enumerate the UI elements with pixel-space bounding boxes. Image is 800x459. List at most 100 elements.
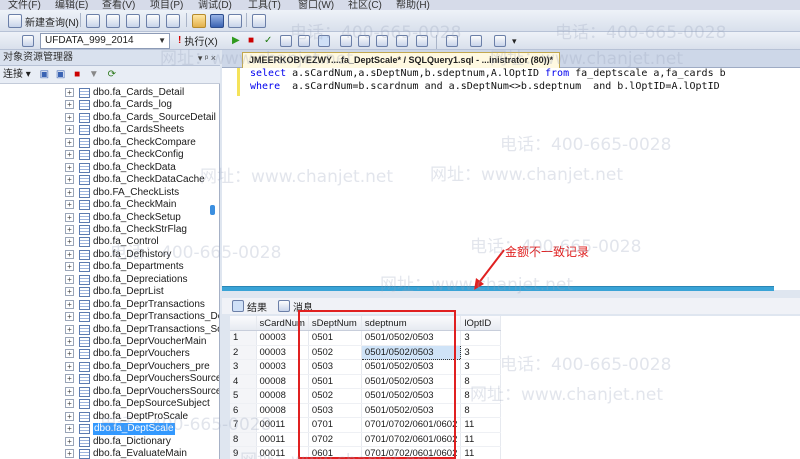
tab-results[interactable]: 结果 bbox=[232, 299, 267, 314]
expand-icon[interactable]: + bbox=[65, 436, 74, 446]
database-select[interactable]: UFDATA_999_2014 ▼ bbox=[40, 33, 170, 49]
parse-button[interactable]: ✓ bbox=[264, 32, 272, 48]
save-button[interactable] bbox=[210, 12, 224, 30]
expand-icon[interactable]: + bbox=[65, 424, 74, 434]
open-file-button[interactable] bbox=[192, 12, 206, 30]
table-cell[interactable]: 00011 bbox=[256, 417, 309, 433]
connect-db-icon[interactable]: ▣ bbox=[40, 69, 49, 80]
expand-icon[interactable]: + bbox=[65, 349, 74, 359]
stop-icon[interactable]: ■ bbox=[74, 69, 80, 80]
debug-button[interactable]: ▶ bbox=[232, 32, 240, 48]
column-header[interactable]: sDeptNum bbox=[308, 316, 362, 331]
table-cell[interactable]: 8 bbox=[460, 403, 502, 418]
results-to-text-button[interactable] bbox=[340, 33, 352, 49]
indent-button[interactable] bbox=[446, 33, 458, 49]
row-number[interactable]: 2 bbox=[230, 345, 257, 360]
menu-item[interactable]: 工具(T) bbox=[248, 0, 281, 10]
table-cell[interactable]: 0701/0702/0601/0602 bbox=[361, 446, 462, 459]
tree-item-table[interactable]: + dbo.fa_DeprVouchers bbox=[0, 348, 219, 360]
menu-item[interactable]: 查看(V) bbox=[102, 0, 135, 10]
table-cell[interactable]: 00003 bbox=[256, 345, 309, 360]
tree-item-table[interactable]: + dbo.fa_Depreciations bbox=[0, 274, 219, 286]
table-cell[interactable]: 0502 bbox=[308, 345, 362, 360]
table-cell[interactable]: 0501 bbox=[308, 330, 362, 346]
expand-icon[interactable]: + bbox=[65, 312, 74, 322]
results-to-grid-button[interactable] bbox=[318, 33, 330, 49]
table-cell[interactable]: 0701/0702/0601/0602 bbox=[361, 417, 462, 433]
tree-item-table[interactable]: + dbo.fa_CheckMain bbox=[0, 199, 219, 211]
menu-item[interactable]: 窗口(W) bbox=[298, 0, 334, 10]
tree-item-table[interactable]: + dbo.fa_CheckDataCache bbox=[0, 174, 219, 186]
expand-icon[interactable]: + bbox=[65, 125, 74, 135]
table-row[interactable]: 5 00008 0502 0501/0502/0503 8 bbox=[230, 388, 502, 404]
column-header[interactable]: lOptID bbox=[460, 316, 502, 331]
table-cell[interactable]: 8 bbox=[460, 374, 502, 389]
expand-icon[interactable]: + bbox=[65, 399, 74, 409]
expand-icon[interactable]: + bbox=[65, 411, 74, 421]
table-cell[interactable]: 0502 bbox=[308, 388, 362, 404]
expand-icon[interactable]: + bbox=[65, 249, 74, 259]
tree-item-table[interactable]: + dbo.fa_Dictionary bbox=[0, 436, 219, 448]
mdx-query-button[interactable] bbox=[146, 12, 160, 30]
xmla-query-button[interactable] bbox=[166, 12, 180, 30]
expand-icon[interactable]: + bbox=[65, 386, 74, 396]
row-number[interactable]: 4 bbox=[230, 374, 257, 389]
table-cell[interactable]: 11 bbox=[460, 417, 502, 433]
tree-item-table[interactable]: + dbo.fa_DepSourceSubject bbox=[0, 398, 219, 410]
tree-item-table[interactable]: + dbo.fa_DeptProScale bbox=[0, 411, 219, 423]
tree-item-table[interactable]: + dbo.fa_Departments bbox=[0, 261, 219, 273]
table-cell[interactable]: 00008 bbox=[256, 403, 309, 418]
table-row[interactable]: 2 00003 0502 0501/0502/0503 3 bbox=[230, 344, 502, 360]
table-row[interactable]: 4 00008 0501 0501/0502/0503 8 bbox=[230, 374, 502, 389]
display-plan-button[interactable] bbox=[280, 33, 292, 49]
tree-item-table[interactable]: + dbo.fa_DeprVouchersSource bbox=[0, 373, 219, 385]
table-cell[interactable]: 8 bbox=[460, 388, 502, 404]
expand-icon[interactable]: + bbox=[65, 212, 74, 222]
table-cell[interactable]: 0501 bbox=[308, 374, 362, 389]
table-cell[interactable]: 0501/0502/0503 bbox=[361, 330, 462, 346]
table-cell[interactable]: 0701/0702/0601/0602 bbox=[361, 432, 462, 447]
expand-icon[interactable]: + bbox=[65, 237, 74, 247]
activity-monitor-button[interactable] bbox=[252, 12, 266, 30]
table-row[interactable]: 9 00011 0601 0701/0702/0601/0602 11 bbox=[230, 446, 502, 459]
expand-icon[interactable]: + bbox=[65, 374, 74, 384]
row-number[interactable]: 7 bbox=[230, 417, 257, 433]
expand-icon[interactable]: + bbox=[65, 324, 74, 334]
panel-pin-icons[interactable]: ▾ ᵖ × bbox=[198, 50, 216, 66]
tree-item-table[interactable]: + dbo.fa_DeprTransactions bbox=[0, 299, 219, 311]
new-file-button[interactable] bbox=[86, 12, 100, 30]
print-button[interactable] bbox=[228, 12, 242, 30]
row-number[interactable]: 3 bbox=[230, 359, 257, 375]
menu-item[interactable]: 文件(F) bbox=[8, 0, 41, 10]
analysis-query-button[interactable] bbox=[126, 12, 140, 30]
new-query-button[interactable]: 新建查询(N) bbox=[8, 12, 79, 30]
include-plan-button[interactable] bbox=[396, 33, 408, 49]
table-cell[interactable]: 00011 bbox=[256, 446, 309, 459]
tree-item-table[interactable]: + dbo.fa_DeprTransactions_De bbox=[0, 311, 219, 323]
expand-icon[interactable]: + bbox=[65, 100, 74, 110]
tree-item-table[interactable]: + dbo.fa_Control bbox=[0, 236, 219, 248]
menu-item[interactable]: 调试(D) bbox=[198, 0, 232, 10]
tree-item-table[interactable]: + dbo.fa_DeprVoucherMain bbox=[0, 336, 219, 348]
execute-button[interactable]: ! 执行(X) bbox=[178, 32, 218, 48]
table-row[interactable]: 1 00003 0501 0501/0502/0503 3 bbox=[230, 330, 502, 346]
expand-icon[interactable]: + bbox=[65, 137, 74, 147]
row-number[interactable]: 9 bbox=[230, 446, 257, 459]
row-number[interactable]: 1 bbox=[230, 330, 257, 346]
table-cell[interactable]: 00008 bbox=[256, 374, 309, 389]
column-header[interactable] bbox=[230, 316, 257, 331]
table-cell[interactable]: 0503 bbox=[308, 403, 362, 418]
table-cell[interactable]: 3 bbox=[460, 359, 502, 375]
table-row[interactable]: 3 00003 0503 0501/0502/0503 3 bbox=[230, 359, 502, 375]
expand-icon[interactable]: + bbox=[65, 274, 74, 284]
table-cell[interactable]: 11 bbox=[460, 432, 502, 447]
tree-item-table[interactable]: + dbo.fa_CheckCompare bbox=[0, 137, 219, 149]
expand-icon[interactable]: + bbox=[65, 112, 74, 122]
column-header[interactable]: sdeptnum bbox=[361, 316, 462, 331]
specify-values-button[interactable] bbox=[494, 33, 506, 49]
db-engine-query-button[interactable] bbox=[106, 12, 120, 30]
tree-item-table[interactable]: + dbo.fa_EvaluateMain bbox=[0, 448, 219, 459]
table-row[interactable]: 6 00008 0503 0501/0502/0503 8 bbox=[230, 403, 502, 418]
tree-item-table[interactable]: + dbo.fa_DeptScale bbox=[0, 423, 219, 436]
table-cell[interactable]: 00003 bbox=[256, 330, 309, 346]
